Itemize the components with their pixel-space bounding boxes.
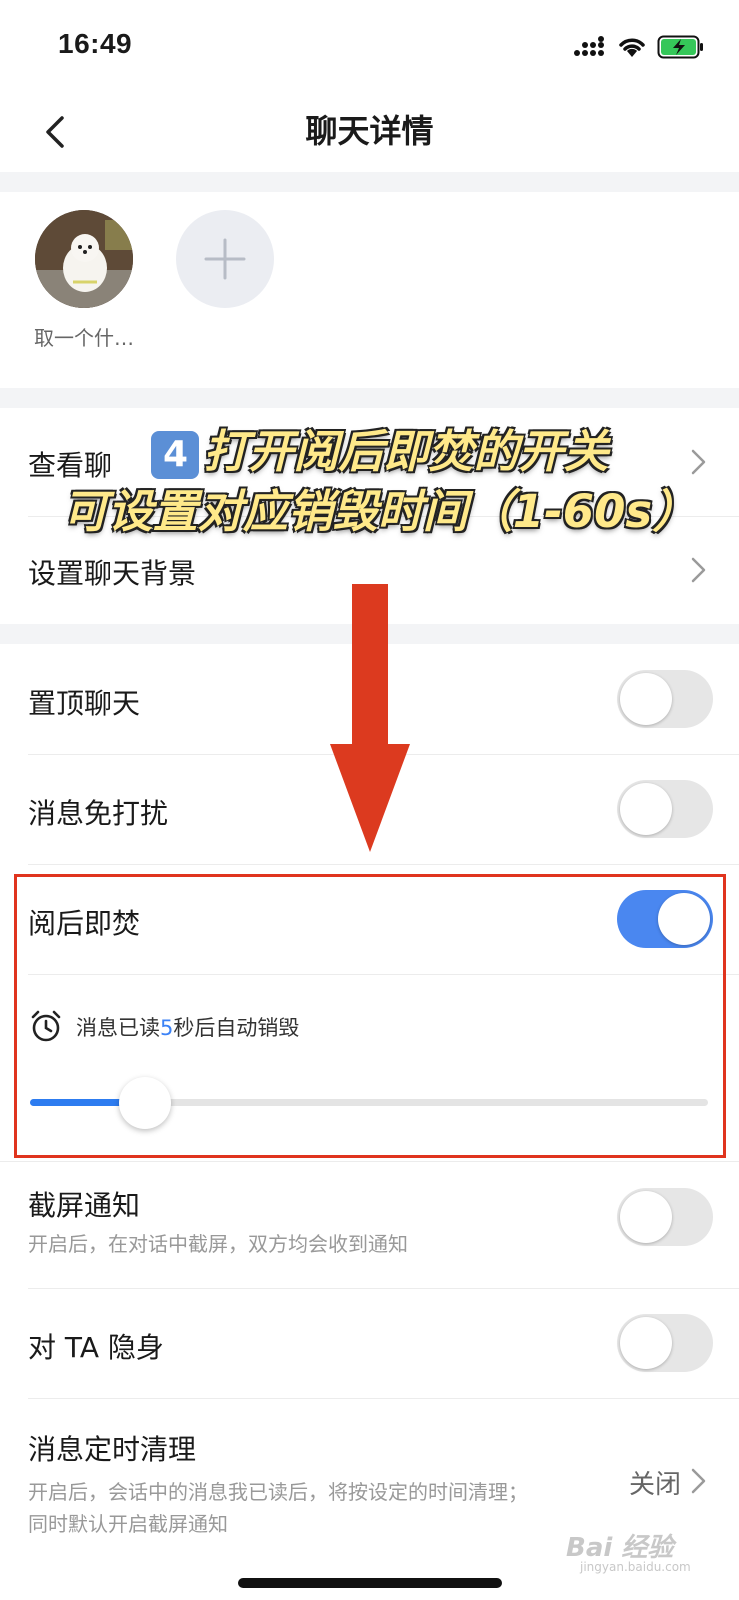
toggle-knob bbox=[620, 673, 672, 725]
page-title: 聊天详情 bbox=[305, 112, 434, 150]
chevron-right-icon bbox=[691, 557, 706, 583]
auto-clean-label: 消息定时清理 bbox=[28, 1433, 197, 1466]
view-chat-row[interactable]: 查看聊 bbox=[0, 408, 739, 516]
dog-photo-icon bbox=[35, 210, 133, 308]
auto-clean-value: 关闭 bbox=[628, 1470, 681, 1500]
watermark: Bai 经验 bbox=[566, 1533, 674, 1563]
watermark-url: jingyan.baidu.com bbox=[580, 1560, 691, 1574]
toggle-knob bbox=[620, 783, 672, 835]
screenshot-notify-toggle[interactable] bbox=[617, 1188, 713, 1246]
pin-chat-row: 置顶聊天 bbox=[0, 644, 739, 754]
toggle-knob bbox=[620, 1191, 672, 1243]
nav-bar: 聊天详情 bbox=[0, 92, 739, 172]
status-time: 16:49 bbox=[58, 28, 133, 59]
screenshot-notify-desc: 开启后，在对话中截屏，双方均会收到通知 bbox=[28, 1232, 408, 1256]
status-icons bbox=[573, 30, 705, 64]
screenshot-notify-label: 截屏通知 bbox=[28, 1189, 141, 1222]
auto-clean-row[interactable]: 消息定时清理 开启后，会话中的消息我已读后，将按设定的时间清理； 同时默认开启截… bbox=[0, 1398, 739, 1535]
member-item[interactable]: 取一个什… bbox=[24, 210, 144, 351]
hide-from-ta-toggle[interactable] bbox=[617, 1314, 713, 1372]
mute-label: 消息免打扰 bbox=[28, 797, 169, 830]
wifi-icon bbox=[619, 38, 645, 57]
mute-toggle[interactable] bbox=[617, 780, 713, 838]
mute-row: 消息免打扰 bbox=[0, 754, 739, 864]
highlight-box bbox=[14, 874, 726, 1158]
pin-chat-toggle[interactable] bbox=[617, 670, 713, 728]
hide-from-ta-label: 对 TA 隐身 bbox=[28, 1331, 164, 1364]
home-indicator[interactable] bbox=[238, 1578, 502, 1588]
hide-from-ta-row: 对 TA 隐身 bbox=[0, 1288, 739, 1398]
screenshot-notify-row: 截屏通知 开启后，在对话中截屏，双方均会收到通知 bbox=[0, 1162, 739, 1288]
battery-charging-icon bbox=[657, 35, 703, 59]
chevron-right-icon bbox=[691, 1468, 706, 1494]
add-member-button[interactable] bbox=[176, 210, 274, 308]
chat-options-section: 查看聊 设置聊天背景 bbox=[0, 408, 739, 624]
pin-chat-label: 置顶聊天 bbox=[28, 687, 141, 720]
auto-clean-desc: 开启后，会话中的消息我已读后，将按设定的时间清理； bbox=[28, 1480, 528, 1504]
set-background-label: 设置聊天背景 bbox=[28, 557, 197, 590]
avatar[interactable] bbox=[35, 210, 133, 308]
signal-icon bbox=[574, 36, 604, 56]
view-chat-label: 查看聊 bbox=[28, 449, 113, 482]
auto-clean-desc-2: 同时默认开启截屏通知 bbox=[28, 1512, 228, 1535]
set-background-row[interactable]: 设置聊天背景 bbox=[0, 516, 739, 624]
chevron-right-icon bbox=[691, 449, 706, 475]
members-section: 取一个什… bbox=[0, 192, 739, 388]
member-name: 取一个什… bbox=[34, 326, 134, 350]
toggle-knob bbox=[620, 1317, 672, 1369]
plus-icon bbox=[204, 238, 246, 280]
status-bar: 16:49 bbox=[0, 0, 739, 92]
